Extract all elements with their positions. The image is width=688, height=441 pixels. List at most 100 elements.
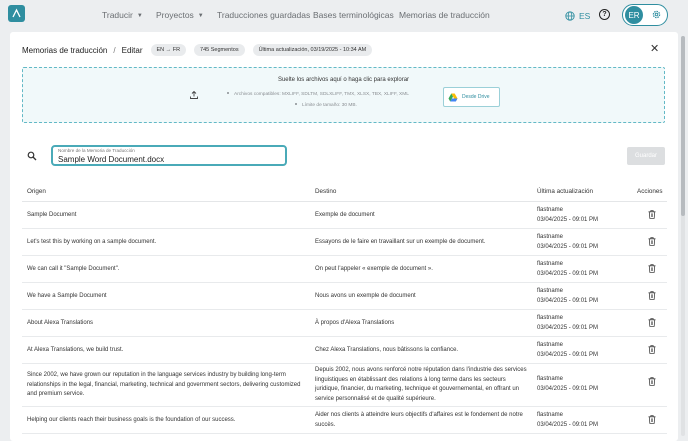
delete-icon[interactable] bbox=[648, 210, 656, 219]
google-drive-icon bbox=[448, 93, 458, 101]
chevron-down-icon: ▼ bbox=[136, 13, 143, 19]
table-row[interactable]: We have a Sample Document Nous avons un e… bbox=[22, 283, 667, 310]
breadcrumb: Memorias de traducción / Editar EN → FR … bbox=[22, 44, 373, 56]
language-selector[interactable]: ES bbox=[562, 8, 593, 24]
language-pair-chip: EN → FR bbox=[150, 44, 187, 56]
table-row[interactable]: Let's test this by working on a sample d… bbox=[22, 229, 667, 256]
last-updated-cell: flastname 03/04/2025 - 09:01 PM bbox=[537, 375, 637, 394]
target-text[interactable]: Depuis 2002, nous avons renforcé notre r… bbox=[315, 366, 527, 404]
table-row[interactable]: About Alexa Translations À propos d'Alexa… bbox=[22, 310, 667, 337]
updated-by-user: flastname bbox=[537, 412, 564, 418]
target-text[interactable]: Aider nos clients à atteindre leurs obje… bbox=[315, 411, 527, 430]
breadcrumb-parent[interactable]: Memorias de traducción bbox=[22, 46, 107, 55]
size-limit: Límite de tamaño: 30 MB. bbox=[295, 103, 357, 108]
memory-name-value[interactable]: Sample Word Document.docx bbox=[58, 155, 164, 164]
google-drive-button[interactable]: Desde Drive bbox=[443, 87, 500, 107]
nav-item-translate[interactable]: Traducir ▼ bbox=[102, 10, 143, 20]
source-text[interactable]: Since 2002, we have grown our reputation… bbox=[27, 371, 305, 400]
segments-table: Origen Destino Última actualización Acci… bbox=[22, 182, 667, 434]
updated-by-user: flastname bbox=[537, 376, 564, 382]
column-header-updated[interactable]: Última actualización bbox=[537, 188, 593, 195]
updated-by-user: flastname bbox=[537, 315, 564, 321]
updated-by-user: flastname bbox=[537, 342, 564, 348]
source-text[interactable]: Helping our clients reach their business… bbox=[27, 416, 305, 426]
delete-icon[interactable] bbox=[648, 377, 656, 386]
delete-icon[interactable] bbox=[648, 237, 656, 246]
user-menu[interactable]: ER bbox=[622, 4, 668, 26]
target-text[interactable]: Nous avons un exemple de document bbox=[315, 292, 527, 302]
table-row[interactable]: Sample Document Exemple de document flastn… bbox=[22, 202, 667, 229]
last-updated-cell: flastname 03/04/2025 - 09:01 PM bbox=[537, 314, 637, 333]
memory-name-field[interactable]: Nombre de la Memoria de Traducción Sampl… bbox=[51, 145, 287, 166]
memory-name-label: Nombre de la Memoria de Traducción bbox=[58, 148, 135, 153]
last-updated-chip: Última actualización, 03/19/2025 - 10:34… bbox=[252, 44, 373, 56]
source-text[interactable]: We have a Sample Document bbox=[27, 292, 305, 302]
nav-item-translation-memories[interactable]: Memorias de traducción bbox=[399, 10, 490, 20]
top-nav: Traducir ▼ Proyectos ▼ Traducciones guarda… bbox=[0, 0, 688, 31]
dropzone-title: Suelte los archivos aquí o haga clic par… bbox=[277, 77, 410, 83]
upload-icon bbox=[190, 90, 198, 99]
edit-memory-panel: Memorias de traducción / Editar EN → FR … bbox=[10, 32, 678, 441]
table-header: Origen Destino Última actualización Acci… bbox=[22, 182, 667, 202]
last-updated-cell: flastname 03/04/2025 - 09:01 PM bbox=[537, 287, 637, 306]
updated-by-user: flastname bbox=[537, 207, 564, 213]
updated-by-user: flastname bbox=[537, 288, 564, 294]
target-text[interactable]: Chez Alexa Translations, nous bâtissons … bbox=[315, 346, 527, 356]
last-updated-cell: flastname 03/04/2025 - 09:01 PM bbox=[537, 206, 637, 225]
source-text[interactable]: We can call it "Sample Document". bbox=[27, 265, 305, 275]
updated-date: 03/04/2025 - 09:01 PM bbox=[537, 297, 599, 304]
target-text[interactable]: Exemple de document bbox=[315, 211, 527, 221]
table-row[interactable]: We can call it "Sample Document". On peut… bbox=[22, 256, 667, 283]
delete-icon[interactable] bbox=[648, 345, 656, 354]
source-text[interactable]: Let's test this by working on a sample d… bbox=[27, 238, 305, 248]
target-text[interactable]: À propos d'Alexa Translations bbox=[315, 319, 527, 329]
delete-icon[interactable] bbox=[648, 291, 656, 300]
last-updated-cell: flastname 03/04/2025 - 09:01 PM bbox=[537, 260, 637, 279]
gear-icon[interactable] bbox=[651, 9, 662, 20]
nav-item-saved-translations[interactable]: Traducciones guardadas bbox=[217, 10, 310, 20]
updated-date: 03/04/2025 - 09:01 PM bbox=[537, 385, 599, 392]
delete-icon[interactable] bbox=[648, 415, 656, 424]
logo-icon bbox=[12, 8, 21, 18]
save-button[interactable]: Guardar bbox=[627, 147, 665, 165]
updated-date: 03/04/2025 - 09:01 PM bbox=[537, 216, 599, 223]
globe-icon bbox=[565, 11, 575, 21]
chevron-down-icon: ▼ bbox=[197, 13, 204, 19]
updated-date: 03/04/2025 - 09:01 PM bbox=[537, 324, 599, 331]
delete-icon[interactable] bbox=[648, 264, 656, 273]
nav-item-term-bases[interactable]: Bases terminológicas bbox=[313, 10, 394, 20]
segments-chip: 745 Segmentos bbox=[194, 44, 245, 56]
file-dropzone[interactable]: Suelte los archivos aquí o haga clic par… bbox=[22, 67, 665, 123]
source-text[interactable]: Sample Document bbox=[27, 211, 305, 221]
updated-date: 03/04/2025 - 09:01 PM bbox=[537, 270, 599, 277]
search-icon[interactable] bbox=[27, 151, 37, 161]
last-updated-cell: flastname 03/04/2025 - 09:01 PM bbox=[537, 341, 637, 360]
breadcrumb-current: Editar bbox=[121, 45, 143, 55]
supported-formats: Archivos compatibles: MXLIFF, SDLTM, SDL… bbox=[227, 92, 409, 97]
help-icon[interactable]: ? bbox=[599, 9, 610, 20]
scrollbar-thumb[interactable] bbox=[681, 36, 685, 216]
updated-by-user: flastname bbox=[537, 234, 564, 240]
app-logo[interactable] bbox=[8, 5, 25, 22]
updated-by-user: flastname bbox=[537, 261, 564, 267]
table-row[interactable]: Since 2002, we have grown our reputation… bbox=[22, 364, 667, 407]
table-body: Sample Document Exemple de document flastn… bbox=[22, 202, 667, 434]
target-text[interactable]: Essayons de le faire en travaillant sur … bbox=[315, 238, 527, 248]
table-row[interactable]: Helping our clients reach their business… bbox=[22, 407, 667, 434]
column-header-target[interactable]: Destino bbox=[315, 188, 336, 195]
nav-item-projects[interactable]: Proyectos ▼ bbox=[156, 10, 204, 20]
source-text[interactable]: At Alexa Translations, we build trust. bbox=[27, 346, 305, 356]
source-text[interactable]: About Alexa Translations bbox=[27, 319, 305, 329]
table-row[interactable]: At Alexa Translations, we build trust. Ch… bbox=[22, 337, 667, 364]
column-header-source[interactable]: Origen bbox=[27, 188, 46, 195]
delete-icon[interactable] bbox=[648, 318, 656, 327]
language-label: ES bbox=[579, 11, 591, 21]
last-updated-cell: flastname 03/04/2025 - 09:01 PM bbox=[537, 411, 637, 430]
updated-date: 03/04/2025 - 09:01 PM bbox=[537, 421, 599, 428]
breadcrumb-separator: / bbox=[113, 45, 116, 55]
google-drive-label: Desde Drive bbox=[462, 94, 490, 100]
close-icon[interactable]: ✕ bbox=[650, 43, 659, 55]
updated-date: 03/04/2025 - 09:01 PM bbox=[537, 351, 599, 358]
target-text[interactable]: On peut l'appeler « exemple de document … bbox=[315, 265, 527, 275]
avatar[interactable]: ER bbox=[625, 6, 643, 24]
